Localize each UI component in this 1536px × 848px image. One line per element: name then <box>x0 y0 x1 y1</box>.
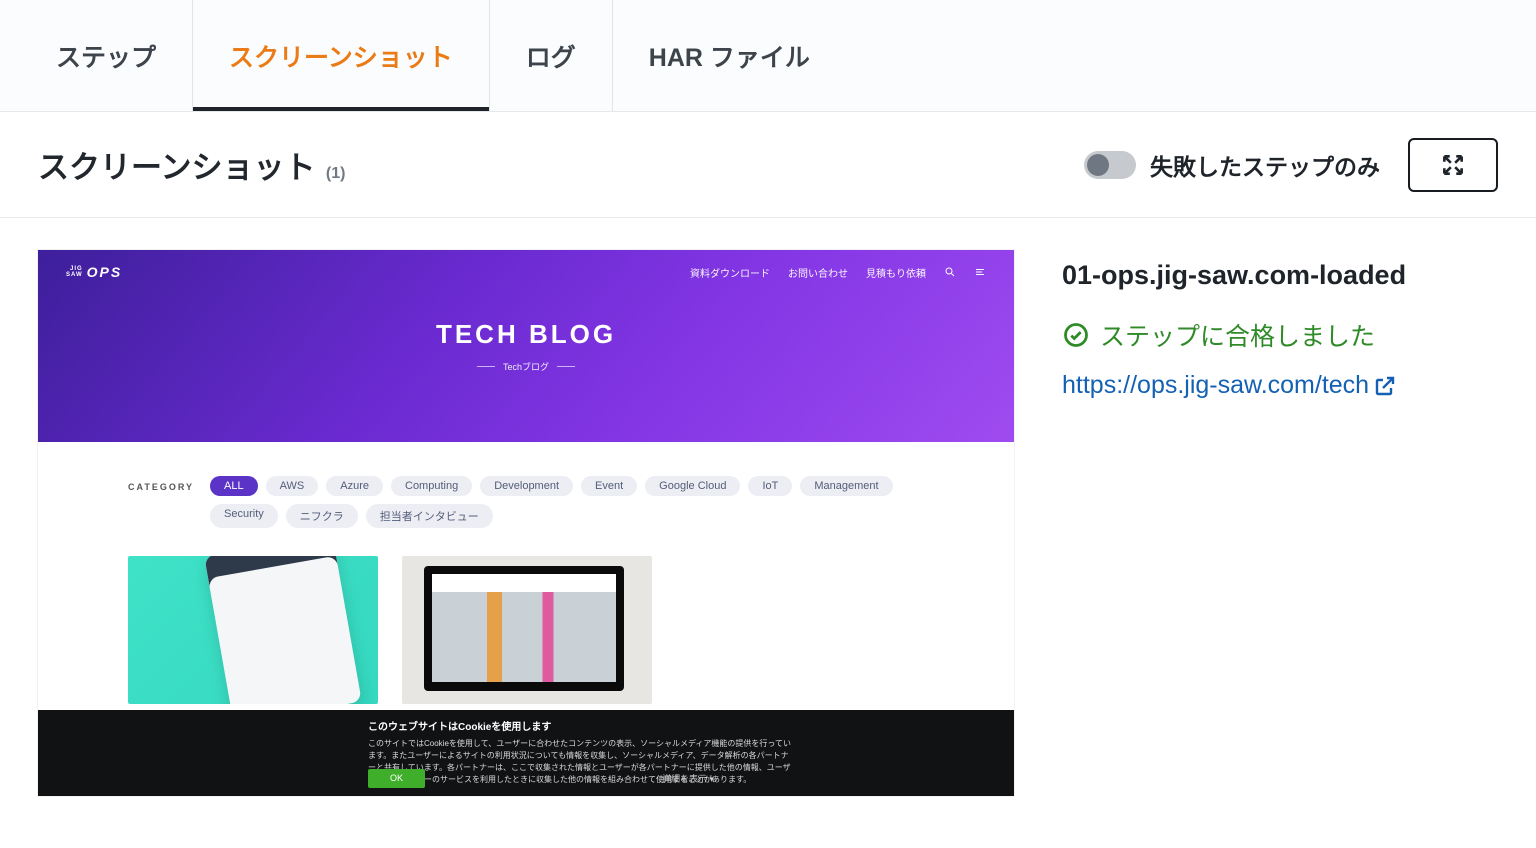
shot-nav: JIG SAW OPS 資料ダウンロード お問い合わせ 見積もり依頼 <box>38 264 1014 280</box>
pill-security: Security <box>210 504 278 528</box>
failed-only-toggle[interactable]: 失敗したステップのみ <box>1084 148 1380 182</box>
pill-computing: Computing <box>391 476 472 496</box>
cookie-ok-button: OK <box>368 769 425 789</box>
cookie-detail: 詳細を表示 ▾ <box>662 773 714 787</box>
menu-icon <box>974 266 986 278</box>
shot-nav-links: 資料ダウンロード お問い合わせ 見積もり依頼 <box>690 265 986 280</box>
toggle-label: 失敗したステップのみ <box>1150 148 1380 182</box>
screenshot-name: 01-ops.jig-saw.com-loaded <box>1062 260 1498 291</box>
header-controls: 失敗したステップのみ <box>1084 138 1498 192</box>
pill-nifcloud: ニフクラ <box>286 504 358 528</box>
card-calculator <box>128 556 378 704</box>
pill-event: Event <box>581 476 637 496</box>
shot-hero-sub: Techブログ <box>477 360 575 373</box>
category-pills: ALL AWS Azure Computing Development Even… <box>210 476 924 528</box>
tab-har[interactable]: HAR ファイル <box>612 0 846 111</box>
check-circle-icon <box>1062 321 1090 349</box>
expand-icon <box>1440 152 1466 178</box>
category-row: CATEGORY ALL AWS Azure Computing Develop… <box>128 476 924 528</box>
category-label: CATEGORY <box>128 482 194 492</box>
shot-link-download: 資料ダウンロード <box>690 265 770 280</box>
external-link-icon <box>1373 374 1397 398</box>
shot-body: CATEGORY ALL AWS Azure Computing Develop… <box>38 442 1014 710</box>
screenshot-url-link[interactable]: https://ops.jig-saw.com/tech <box>1062 371 1397 400</box>
tab-logs[interactable]: ログ <box>489 0 612 111</box>
content: JIG SAW OPS 資料ダウンロード お問い合わせ 見積もり依頼 TECH … <box>0 218 1536 828</box>
pill-azure: Azure <box>326 476 383 496</box>
pill-iot: IoT <box>748 476 792 496</box>
tab-steps[interactable]: ステップ <box>20 0 192 111</box>
screenshot-thumbnail[interactable]: JIG SAW OPS 資料ダウンロード お問い合わせ 見積もり依頼 TECH … <box>38 250 1014 796</box>
shot-link-contact: お問い合わせ <box>788 265 848 280</box>
section-count: (1) <box>326 165 346 182</box>
section-title: スクリーンショット <box>38 150 315 185</box>
tab-bar: ステップ スクリーンショット ログ HAR ファイル <box>0 0 1536 112</box>
step-passed-label: ステップに合格しました <box>1100 317 1375 353</box>
step-passed: ステップに合格しました <box>1062 317 1498 353</box>
cookie-heading: このウェブサイトはCookieを使用します <box>368 720 794 735</box>
cookie-body: このサイトではCookieを使用して、ユーザーに合わせたコンテンツの表示、ソーシ… <box>368 739 791 784</box>
section-title-wrap: スクリーンショット (1) <box>38 142 345 187</box>
search-icon <box>944 266 956 278</box>
shot-hero-title: TECH BLOG <box>436 319 616 350</box>
expand-button[interactable] <box>1408 138 1498 192</box>
pill-all: ALL <box>210 476 258 496</box>
pill-aws: AWS <box>266 476 319 496</box>
toggle-switch-icon <box>1084 151 1136 179</box>
cookie-banner: このウェブサイトはCookieを使用します このサイトではCookieを使用して… <box>38 710 1014 796</box>
shot-link-quote: 見積もり依頼 <box>866 265 926 280</box>
card-monitor <box>402 556 652 704</box>
section-header: スクリーンショット (1) 失敗したステップのみ <box>0 112 1536 218</box>
pill-interview: 担当者インタビュー <box>366 504 493 528</box>
pill-google-cloud: Google Cloud <box>645 476 740 496</box>
pill-development: Development <box>480 476 573 496</box>
shot-hero: JIG SAW OPS 資料ダウンロード お問い合わせ 見積もり依頼 TECH … <box>38 250 1014 442</box>
shot-logo-main: OPS <box>87 264 123 280</box>
screenshot-info: 01-ops.jig-saw.com-loaded ステップに合格しました ht… <box>1062 250 1498 400</box>
pill-management: Management <box>800 476 892 496</box>
shot-logo: JIG SAW OPS <box>66 264 122 280</box>
tab-screenshots[interactable]: スクリーンショット <box>192 0 489 111</box>
shot-cards <box>128 556 924 704</box>
screenshot-url-text: https://ops.jig-saw.com/tech <box>1062 371 1369 400</box>
shot-logo-bottom: SAW <box>66 272 83 278</box>
